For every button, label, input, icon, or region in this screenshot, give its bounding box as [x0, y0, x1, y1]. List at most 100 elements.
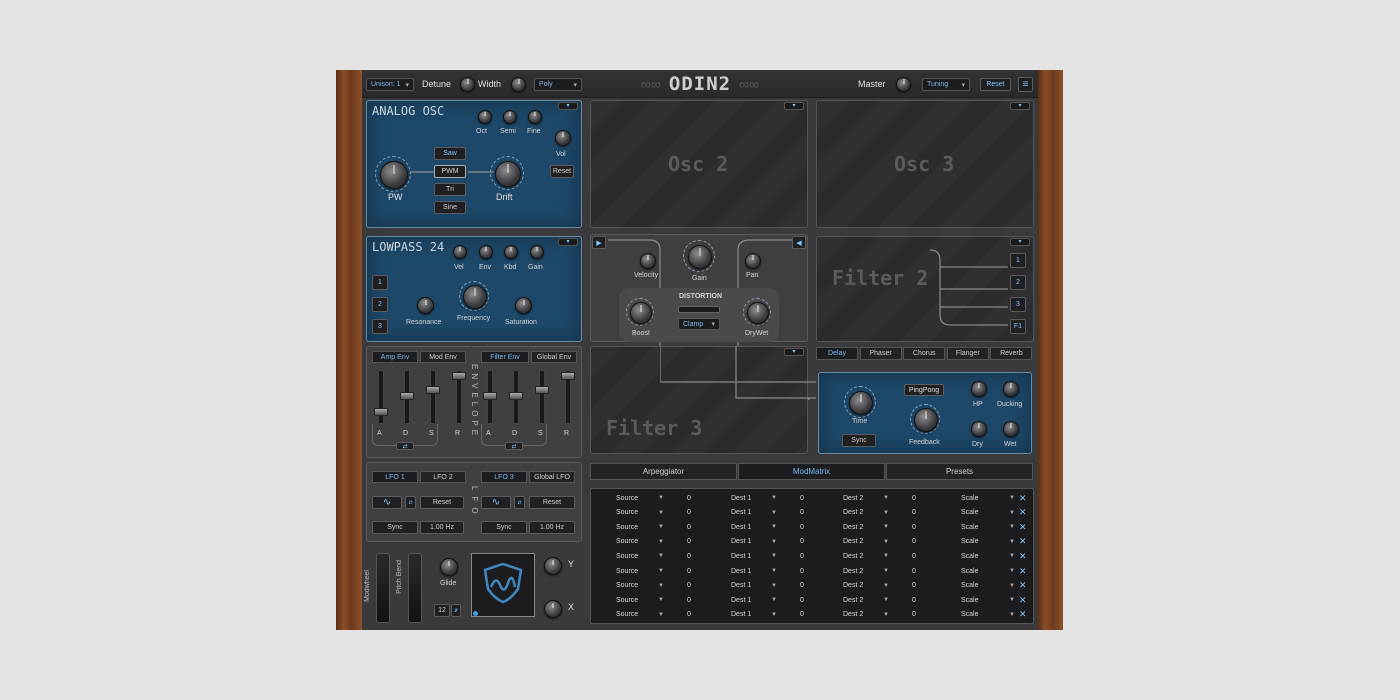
osc1-reset-button[interactable]: Reset	[550, 165, 574, 178]
source-select[interactable]: Source	[616, 520, 638, 534]
fader-d[interactable]	[400, 392, 414, 400]
amount-2-field[interactable]: 0	[800, 491, 804, 505]
amount-3-field[interactable]: 0	[912, 608, 916, 622]
fader-s[interactable]	[426, 386, 440, 394]
delete-row-icon[interactable]: ✕	[1019, 564, 1027, 578]
delete-row-icon[interactable]: ✕	[1019, 593, 1027, 607]
lfo1-waveform-display[interactable]: ∿	[372, 496, 402, 509]
reset-button[interactable]: Reset	[980, 78, 1011, 91]
oct-knob[interactable]	[478, 110, 492, 124]
xy-y-knob[interactable]	[544, 557, 562, 575]
filter1-input-2[interactable]: 2	[372, 297, 388, 312]
filter-vel-knob[interactable]	[453, 245, 467, 259]
dest-1-select[interactable]: Dest 1	[731, 549, 751, 563]
filter2-input-1[interactable]: 1	[1010, 253, 1026, 268]
dest-2-select[interactable]: Dest 2	[843, 593, 863, 607]
tab-global-lfo[interactable]: Global LFO	[529, 471, 575, 483]
ducking-knob[interactable]	[1003, 381, 1019, 397]
dest-2-select[interactable]: Dest 2	[843, 564, 863, 578]
width-knob[interactable]	[511, 77, 526, 92]
osc3-menu-chevron[interactable]: ▾	[1010, 102, 1030, 110]
filter1-input-3[interactable]: 3	[372, 319, 388, 334]
unison-select[interactable]: Unison: 1 ▾	[366, 78, 414, 91]
amount-1-field[interactable]: 0	[687, 535, 691, 549]
dest-2-select[interactable]: Dest 2	[843, 491, 863, 505]
scale-select[interactable]: Scale	[961, 491, 979, 505]
filter2-input-2[interactable]: 2	[1010, 275, 1026, 290]
menu-button[interactable]: ≡	[1018, 77, 1033, 92]
delete-row-icon[interactable]: ✕	[1019, 549, 1027, 563]
amount-1-field[interactable]: 0	[687, 593, 691, 607]
tab-arpeggiator[interactable]: Arpeggiator	[590, 463, 737, 480]
source-select[interactable]: Source	[616, 535, 638, 549]
tab-global-env[interactable]: Global Env	[531, 351, 577, 363]
lfo3-sync-button[interactable]: Sync	[481, 521, 527, 534]
source-select[interactable]: Source	[616, 491, 638, 505]
tab-amp-env[interactable]: Amp Env	[372, 351, 418, 363]
filter1-menu-chevron[interactable]: ▾	[558, 238, 578, 246]
amount-2-field[interactable]: 0	[800, 549, 804, 563]
vol-knob[interactable]	[555, 130, 571, 146]
amount-2-field[interactable]: 0	[800, 535, 804, 549]
hp-knob[interactable]	[971, 381, 987, 397]
pingpong-button[interactable]: PingPong	[904, 384, 944, 396]
lfo3-wave-stepper[interactable]: ⇵	[514, 496, 525, 509]
source-select[interactable]: Source	[616, 564, 638, 578]
dest-1-select[interactable]: Dest 1	[731, 520, 751, 534]
fine-knob[interactable]	[528, 110, 542, 124]
lfo3-rate-field[interactable]: 1.00 Hz	[529, 521, 575, 534]
dest-2-select[interactable]: Dest 2	[843, 520, 863, 534]
filter2-input-3[interactable]: 3	[1010, 297, 1026, 312]
filter-kbd-knob[interactable]	[504, 245, 518, 259]
amount-1-field[interactable]: 0	[687, 608, 691, 622]
amount-3-field[interactable]: 0	[912, 549, 916, 563]
dest-2-select[interactable]: Dest 2	[843, 608, 863, 622]
tab-lfo1[interactable]: LFO 1	[372, 471, 418, 483]
lfo1-wave-stepper[interactable]: ⇵	[405, 496, 416, 509]
filter2-input-f1[interactable]: F1	[1010, 319, 1026, 334]
amount-3-field[interactable]: 0	[912, 535, 916, 549]
distortion-type-select[interactable]: Clamp ▾	[678, 318, 720, 330]
scale-select[interactable]: Scale	[961, 506, 979, 520]
time-knob[interactable]	[849, 391, 873, 415]
dest-2-select[interactable]: Dest 2	[843, 535, 863, 549]
pitch-bend-wheel[interactable]	[408, 553, 422, 623]
modwheel[interactable]	[376, 553, 390, 623]
wave-sine-button[interactable]: Sine	[434, 201, 466, 214]
fx-tab-phaser[interactable]: Phaser	[859, 347, 902, 360]
tab-mod-env[interactable]: Mod Env	[420, 351, 466, 363]
delete-row-icon[interactable]: ✕	[1019, 491, 1027, 505]
wave-tri-button[interactable]: Tri	[434, 183, 466, 196]
scale-select[interactable]: Scale	[961, 549, 979, 563]
loop-toggle-button[interactable]: ⇄	[505, 442, 523, 450]
dry-knob[interactable]	[971, 421, 987, 437]
delete-row-icon[interactable]: ✕	[1019, 520, 1027, 534]
glide-knob[interactable]	[440, 558, 458, 576]
amount-2-field[interactable]: 0	[800, 520, 804, 534]
filter-gain-knob[interactable]	[530, 245, 544, 259]
semi-knob[interactable]	[503, 110, 517, 124]
loop-toggle-button[interactable]: ⇄	[396, 442, 414, 450]
dest-1-select[interactable]: Dest 1	[731, 535, 751, 549]
pan-knob[interactable]	[745, 253, 761, 269]
amount-2-field[interactable]: 0	[800, 579, 804, 593]
detune-knob[interactable]	[460, 77, 475, 92]
scale-select[interactable]: Scale	[961, 579, 979, 593]
saturation-knob[interactable]	[515, 297, 532, 314]
resonance-knob[interactable]	[417, 297, 434, 314]
voice-mode-select[interactable]: Poly ▾	[534, 78, 582, 91]
fx-tab-flanger[interactable]: Flanger	[946, 347, 989, 360]
filter-env-knob[interactable]	[479, 245, 493, 259]
dest-2-select[interactable]: Dest 2	[843, 549, 863, 563]
fader-r[interactable]	[452, 372, 466, 380]
osc2-menu-chevron[interactable]: ▾	[784, 102, 804, 110]
fx-tab-reverb[interactable]: Reverb	[990, 347, 1033, 360]
filter2-menu-chevron[interactable]: ▾	[1010, 238, 1030, 246]
fx-tab-chorus[interactable]: Chorus	[903, 347, 946, 360]
dest-2-select[interactable]: Dest 2	[843, 506, 863, 520]
scale-select[interactable]: Scale	[961, 520, 979, 534]
source-select[interactable]: Source	[616, 608, 638, 622]
scale-select[interactable]: Scale	[961, 564, 979, 578]
amount-3-field[interactable]: 0	[912, 579, 916, 593]
source-select[interactable]: Source	[616, 593, 638, 607]
